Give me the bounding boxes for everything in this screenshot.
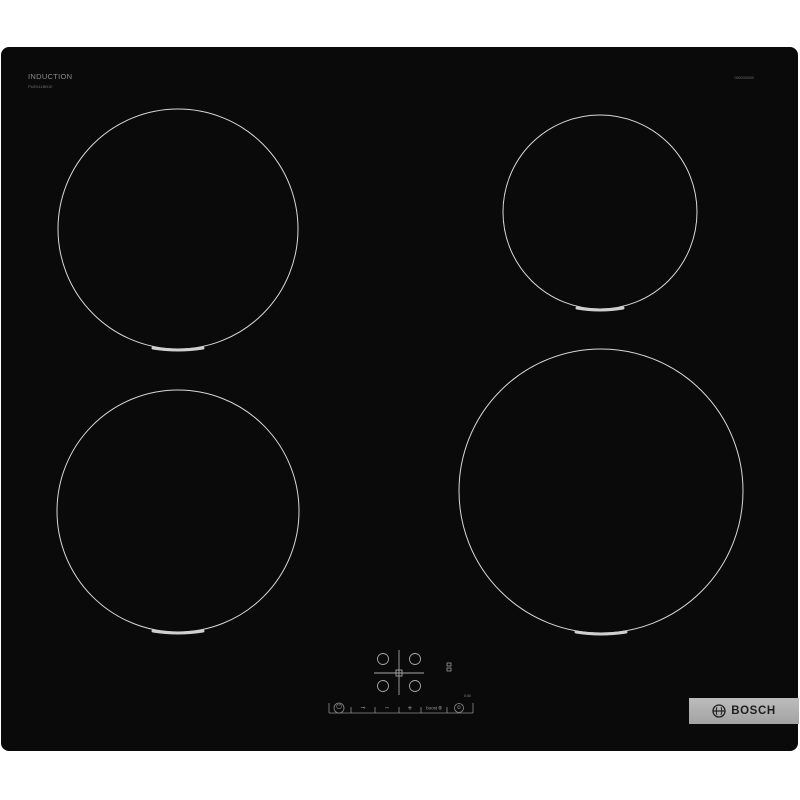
bosch-logo-icon <box>712 704 726 718</box>
touch-controls: ⏻ ⊸ − + boost ⦾ ⏲ 0:00 <box>1 47 798 751</box>
timer-small-label: 0:00 <box>464 694 471 698</box>
timer-button[interactable]: ⏲ <box>457 705 461 711</box>
plus-button[interactable]: + <box>408 704 413 713</box>
power-button[interactable]: ⏻ <box>336 704 342 712</box>
boost-button[interactable]: boost ⦾ <box>426 706 442 711</box>
brand-name: BOSCH <box>731 705 776 717</box>
brand-badge: BOSCH <box>689 698 799 724</box>
induction-hob: INDUCTION PUE611BB1E 0000000000 ⏻ ⊸ − + … <box>1 47 799 751</box>
minus-button[interactable]: − <box>385 704 390 713</box>
lock-button[interactable]: ⊸ <box>360 705 365 712</box>
